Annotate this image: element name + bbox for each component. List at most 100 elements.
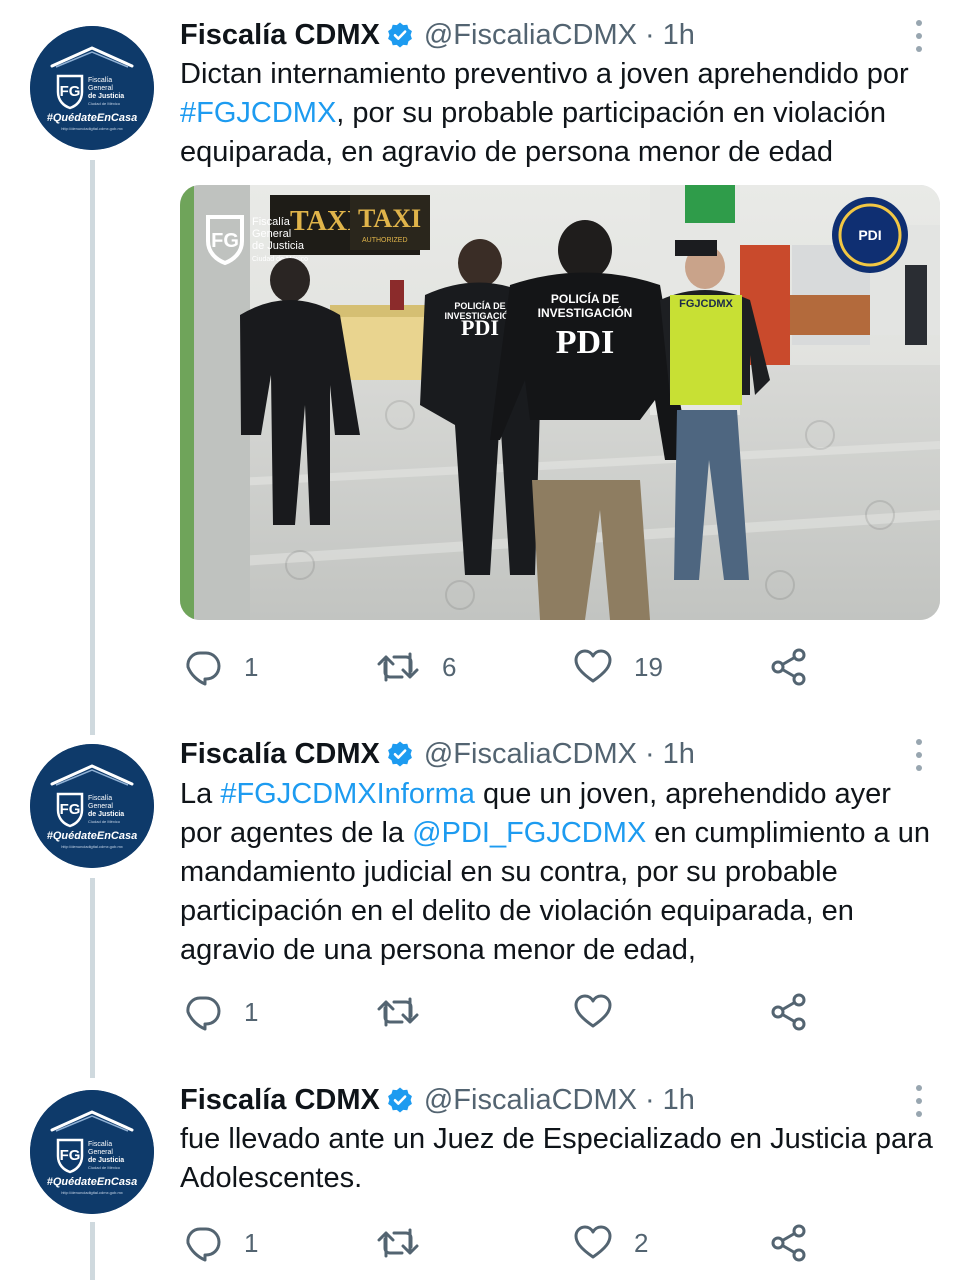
author-handle[interactable]: @FiscaliaCDMX	[424, 738, 637, 771]
svg-text:Fiscalía: Fiscalía	[252, 216, 291, 228]
svg-text:General: General	[88, 1149, 113, 1156]
verified-badge-icon	[386, 1086, 414, 1114]
tweet-header: Fiscalía CDMX @FiscaliaCDMX · 1h	[180, 734, 695, 774]
svg-text:Fiscalía: Fiscalía	[88, 77, 112, 84]
tweet-text-segment: La	[180, 778, 221, 810]
tweet-text-segment: fue llevado ante un Juez de Especializad…	[180, 1123, 933, 1194]
separator-dot: ·	[644, 18, 655, 51]
svg-text:#QuédateEnCasa: #QuédateEnCasa	[47, 1176, 137, 1188]
reply-button[interactable]: 1	[184, 990, 258, 1034]
timestamp[interactable]: 1h	[663, 1084, 695, 1117]
svg-text:AUTHORIZED: AUTHORIZED	[362, 237, 408, 244]
svg-text:FG: FG	[60, 801, 81, 818]
reply-button[interactable]: 1	[184, 645, 258, 689]
svg-text:PDI: PDI	[556, 324, 615, 361]
reply-button[interactable]: 1	[184, 1221, 258, 1265]
svg-text:Fiscalía: Fiscalía	[88, 795, 112, 802]
fiscalia-logo-icon: FG Fiscalía General de Justicia Ciudad d…	[30, 1090, 154, 1214]
tweet-text: La #FGJCDMXInforma que un joven, aprehen…	[180, 775, 940, 970]
svg-text:de Justicia: de Justicia	[88, 93, 124, 100]
author-name[interactable]: Fiscalía CDMX	[180, 19, 380, 52]
svg-text:http://denunciadigital.cdmx.go: http://denunciadigital.cdmx.gob.mx	[61, 844, 123, 849]
author-name[interactable]: Fiscalía CDMX	[180, 1084, 380, 1117]
retweet-icon	[377, 652, 419, 682]
heart-icon	[574, 1225, 612, 1259]
retweet-button[interactable]: 6	[376, 645, 456, 689]
reply-count: 1	[244, 651, 259, 682]
thread-line	[90, 878, 95, 1078]
reply-icon	[186, 1227, 221, 1262]
author-name[interactable]: Fiscalía CDMX	[180, 738, 380, 771]
share-button[interactable]	[770, 990, 808, 1034]
tweet-actions: 1 2	[180, 1221, 820, 1265]
retweet-icon	[377, 1228, 419, 1258]
avatar[interactable]: FG Fiscalía General de Justicia Ciudad d…	[30, 744, 154, 868]
avatar[interactable]: FG Fiscalía General de Justicia Ciudad d…	[30, 1090, 154, 1214]
svg-text:Ciudad de México: Ciudad de México	[88, 819, 121, 824]
mention-link[interactable]: @PDI_FGJCDMX	[412, 817, 646, 849]
more-options-icon[interactable]	[910, 1083, 928, 1119]
retweet-icon	[377, 997, 419, 1027]
verified-badge-icon	[386, 740, 414, 768]
thread-line	[90, 1222, 95, 1280]
more-options-icon[interactable]	[910, 18, 928, 54]
reply-count: 1	[244, 1227, 259, 1258]
svg-text:http://denunciadigital.cdmx.go: http://denunciadigital.cdmx.gob.mx	[61, 1190, 123, 1195]
reply-icon	[186, 651, 221, 686]
tweet-header: Fiscalía CDMX @FiscaliaCDMX · 1h	[180, 1080, 695, 1120]
svg-text:FG: FG	[60, 1147, 81, 1164]
share-icon	[771, 648, 806, 686]
share-icon	[771, 993, 806, 1031]
share-icon	[771, 1224, 806, 1262]
retweet-count: 6	[442, 651, 457, 682]
tweet-header: Fiscalía CDMX @FiscaliaCDMX · 1h	[180, 15, 695, 55]
svg-text:POLICÍA DE: POLICÍA DE	[551, 291, 619, 306]
svg-text:de Justicia: de Justicia	[252, 240, 305, 252]
tweet-text: fue llevado ante un Juez de Especializad…	[180, 1120, 940, 1198]
svg-text:FGJCDMX: FGJCDMX	[679, 298, 733, 310]
svg-text:PDI: PDI	[858, 227, 881, 243]
svg-text:POLICÍA DE: POLICÍA DE	[454, 301, 505, 311]
tweet-actions: 1 6 19	[180, 645, 820, 689]
retweet-button[interactable]	[376, 990, 442, 1034]
svg-text:FG: FG	[211, 230, 239, 252]
share-button[interactable]	[770, 1221, 808, 1265]
like-button[interactable]: 2	[574, 1221, 648, 1265]
separator-dot: ·	[644, 1083, 655, 1116]
svg-text:TAXI: TAXI	[358, 204, 421, 233]
fiscalia-logo-icon: FG Fiscalía General de Justicia Ciudad d…	[30, 744, 154, 868]
verified-badge-icon	[386, 21, 414, 49]
tweet-text-segment: Dictan internamiento preventivo a joven …	[180, 58, 909, 90]
like-count: 2	[634, 1227, 649, 1258]
separator-dot: ·	[644, 737, 655, 770]
reply-icon	[186, 996, 221, 1031]
timestamp[interactable]: 1h	[663, 19, 695, 52]
tweet-text: Dictan internamiento preventivo a joven …	[180, 55, 940, 172]
svg-text:General: General	[88, 85, 113, 92]
svg-text:de Justicia: de Justicia	[88, 811, 124, 818]
tweet-image[interactable]: TAXI TAXI AUTHORIZED PDI FG Fiscalía Gen…	[180, 185, 940, 620]
more-options-icon[interactable]	[910, 737, 928, 773]
fiscalia-logo-icon: FG Fiscalía General de Justicia Ciudad d…	[30, 26, 154, 150]
hashtag-link[interactable]: #FGJCDMX	[180, 97, 336, 129]
author-handle[interactable]: @FiscaliaCDMX	[424, 1084, 637, 1117]
reply-count: 1	[244, 996, 259, 1027]
svg-text:INVESTIGACIÓN: INVESTIGACIÓN	[538, 305, 633, 320]
svg-text:http://denunciadigital.cdmx.go: http://denunciadigital.cdmx.gob.mx	[61, 126, 123, 131]
svg-text:Ciudad de México: Ciudad de México	[88, 101, 121, 106]
heart-icon	[574, 994, 612, 1028]
like-button[interactable]	[574, 990, 634, 1034]
svg-text:#QuédateEnCasa: #QuédateEnCasa	[47, 830, 137, 842]
svg-text:PDI: PDI	[461, 315, 499, 340]
retweet-button[interactable]	[376, 1221, 442, 1265]
thread-line	[90, 160, 95, 735]
taxi-sign: TAXI	[290, 206, 358, 237]
timestamp[interactable]: 1h	[663, 738, 695, 771]
avatar[interactable]: FG Fiscalía General de Justicia Ciudad d…	[30, 26, 154, 150]
like-button[interactable]: 19	[574, 645, 663, 689]
hashtag-link[interactable]: #FGJCDMXInforma	[220, 778, 475, 810]
svg-text:de Justicia: de Justicia	[88, 1157, 124, 1164]
author-handle[interactable]: @FiscaliaCDMX	[424, 19, 637, 52]
svg-text:Ciudad de México: Ciudad de México	[88, 1165, 121, 1170]
share-button[interactable]	[770, 645, 808, 689]
